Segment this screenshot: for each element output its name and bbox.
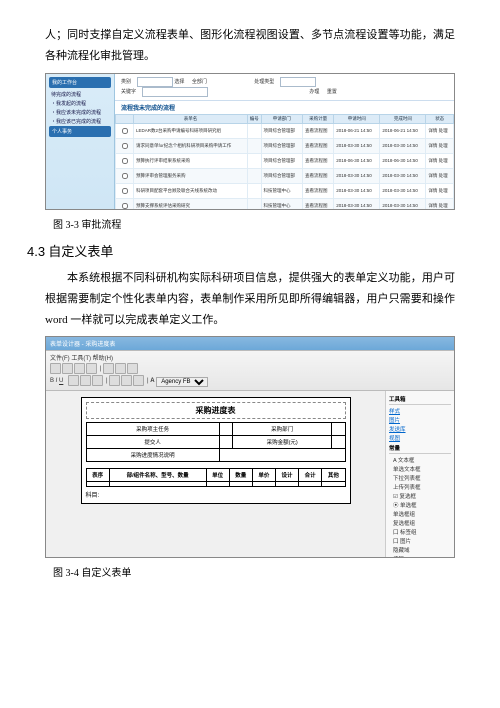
search-button[interactable]: 办理	[309, 89, 319, 95]
toolbox-item[interactable]: 按钮	[389, 555, 451, 559]
intro-para: 人；同时支撑自定义流程表单、图形化流程视图设置、多节点流程设置等功能，满足各种流…	[45, 25, 455, 67]
screenshot-workflow: 我的工作台 待完成的流程 ・我发起的流程 ・我应该未完成的流程 ・我应该已完成的…	[45, 73, 455, 210]
figure-caption-1: 图 3-3 审批流程	[53, 216, 455, 231]
toolbar-icon[interactable]	[127, 363, 138, 374]
toolbox-item[interactable]: 囗 图片	[389, 537, 451, 546]
form-grid: 表序部/组件名称、型号、数量单位数量单价设计合计其他	[86, 468, 346, 487]
toolbox-item[interactable]: A 文本框	[389, 456, 451, 465]
section-heading: 4.3 自定义表单	[27, 241, 455, 260]
workflow-table: 表单名编号申请部门采购计量申请时间完成时间状态 LEDAR数2台采购申请编号科研…	[115, 114, 454, 210]
sidebar-item[interactable]: ・我应该已完成的流程	[49, 117, 111, 126]
filter-label: 关键字	[121, 89, 136, 95]
filter-label: 处理类型	[254, 79, 274, 85]
form-cell: 提交人	[86, 435, 219, 448]
panel-header: 常量	[389, 443, 451, 454]
keyword-input[interactable]	[142, 87, 208, 97]
window-title: 表单设计器 - 采购进度表	[46, 337, 454, 351]
sidebar-header-1[interactable]: 我的工作台	[49, 77, 111, 88]
filter-input[interactable]	[137, 77, 173, 87]
body-para: 本系统根据不同科研机构实际科研项目信息，提供强大的表单定义功能，用户可根据需要制…	[45, 268, 455, 331]
panel-link[interactable]: 图片	[389, 416, 451, 425]
sidebar-header-2[interactable]: 个人事务	[49, 126, 111, 137]
toolbox-item[interactable]: ⦿ 单选框	[389, 501, 451, 510]
panel-link[interactable]: 视图	[389, 434, 451, 443]
sidebar: 我的工作台 待完成的流程 ・我发起的流程 ・我应该未完成的流程 ・我应该已完成的…	[46, 74, 115, 209]
toolbox-item[interactable]: 囗 标签组	[389, 528, 451, 537]
panel-link[interactable]: 样式	[389, 407, 451, 416]
menu-bar[interactable]: 文件(F) 工具(T) 帮助(H) | B I U | | A Agency F…	[46, 351, 454, 390]
toolbox-item[interactable]: 隐藏域	[389, 546, 451, 555]
filter-label: 类别	[121, 79, 131, 85]
toolbar-icon[interactable]	[121, 375, 132, 386]
toolbar-icon[interactable]	[103, 363, 114, 374]
reset-button[interactable]: 重置	[327, 89, 337, 95]
toolbar-icon[interactable]	[133, 375, 144, 386]
toolbar-icon[interactable]	[74, 363, 85, 374]
form-cell: 采购项主任务	[86, 422, 219, 435]
panel-header: 工具箱	[389, 394, 451, 405]
form-table: 采购项主任务 采购部门 提交人 采购金额(元) 采购进度情况说明	[86, 422, 346, 462]
sidebar-item[interactable]: 待完成的流程	[49, 90, 111, 99]
panel-link[interactable]: 发送库	[389, 425, 451, 434]
menu-items[interactable]: 文件(F) 工具(T) 帮助(H)	[50, 353, 450, 362]
screenshot-form-designer: 表单设计器 - 采购进度表 文件(F) 工具(T) 帮助(H) | B I U …	[45, 336, 455, 558]
form-preview: 采购进度表 采购项主任务 采购部门 提交人 采购金额(元) 采购进度情况说明 表序部…	[81, 397, 351, 504]
toolbox-panel: 工具箱 样式图片发送库视图 常量 A 文本框 单选文本框 下拉列表框 上传列表框…	[385, 391, 454, 559]
toolbox-item[interactable]: 单选框组	[389, 510, 451, 519]
toolbar-icon[interactable]	[92, 375, 103, 386]
form-footer: 科目:	[86, 490, 346, 499]
toolbox-item[interactable]: 单选文本框	[389, 465, 451, 474]
toolbar-row-2[interactable]: B I U | | A Agency FB	[50, 375, 450, 386]
toolbar-icon[interactable]	[80, 375, 91, 386]
form-title: 采购进度表	[86, 402, 346, 419]
toolbar-icon[interactable]	[86, 363, 97, 374]
toolbox-item[interactable]: 复选框组	[389, 519, 451, 528]
toolbar-icon[interactable]	[68, 375, 79, 386]
toolbox-item[interactable]: 上传列表框	[389, 483, 451, 492]
filter-label: 选择	[174, 79, 184, 85]
form-cell: 采购金额(元)	[233, 435, 331, 448]
filter-bar: 类别 选择 全部门 处理类型 关键字 办理 重置	[115, 74, 454, 101]
toolbar-icon[interactable]	[115, 363, 126, 374]
toolbar-row-1[interactable]: |	[50, 363, 450, 374]
filter-value[interactable]: 全部门	[192, 79, 207, 85]
toolbar-icon[interactable]	[109, 375, 120, 386]
figure-caption-2: 图 3-4 自定义表单	[53, 564, 455, 579]
section-title: 流程我未完成的流程	[115, 101, 454, 114]
sidebar-item[interactable]: ・我应该未完成的流程	[49, 108, 111, 117]
sidebar-item[interactable]: ・我发起的流程	[49, 99, 111, 108]
design-canvas[interactable]: 采购进度表 采购项主任务 采购部门 提交人 采购金额(元) 采购进度情况说明 表序部…	[46, 391, 385, 559]
filter-input[interactable]	[280, 77, 316, 87]
form-cell: 采购进度情况说明	[86, 448, 219, 461]
toolbar-icon[interactable]	[62, 363, 73, 374]
toolbox-item[interactable]: 下拉列表框	[389, 474, 451, 483]
form-cell: 采购部门	[233, 422, 331, 435]
toolbox-item[interactable]: ☑ 复选框	[389, 492, 451, 501]
font-select[interactable]: Agency FB	[156, 377, 208, 387]
toolbar-icon[interactable]	[50, 363, 61, 374]
